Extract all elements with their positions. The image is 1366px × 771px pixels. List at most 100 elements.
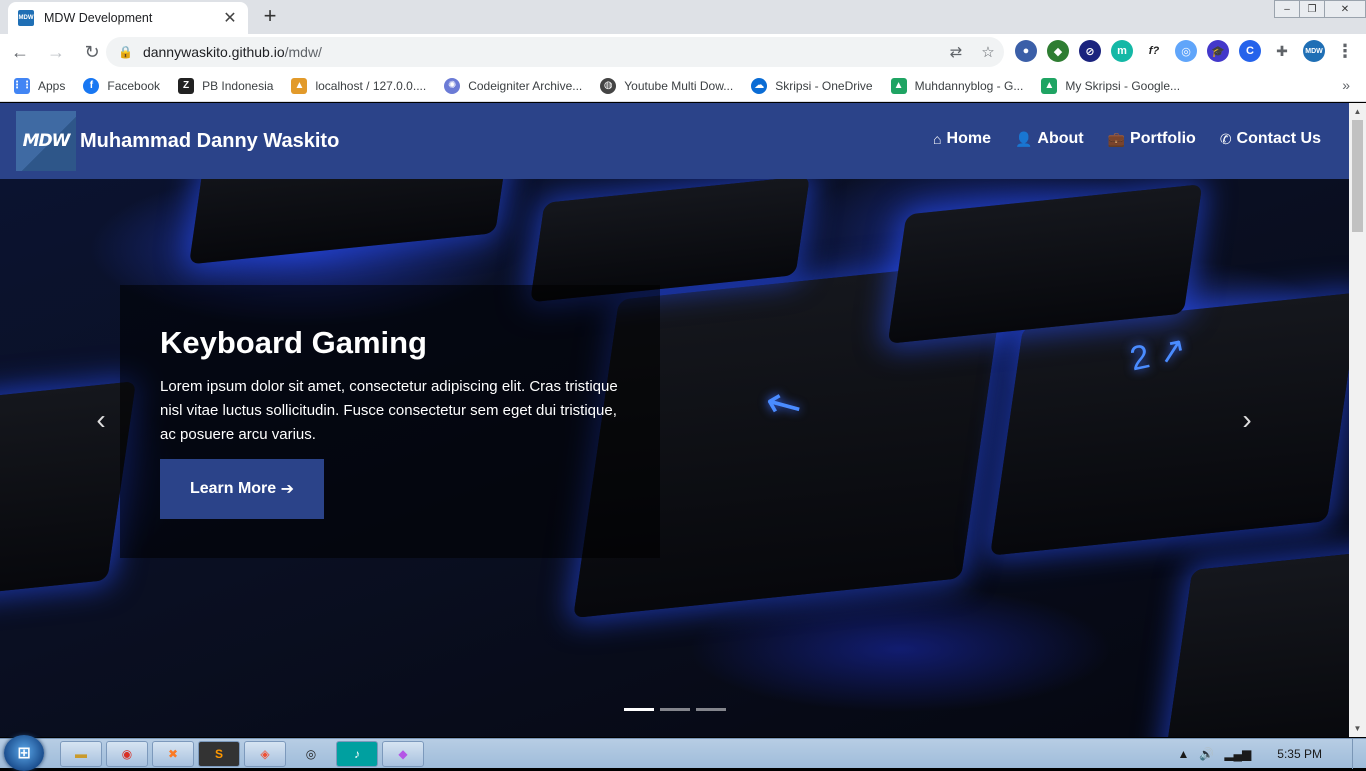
- bookmark-my-skripsi[interactable]: ▲ My Skripsi - Google...: [1041, 77, 1180, 94]
- profile-avatar-icon[interactable]: MDW: [1303, 40, 1325, 62]
- blocker-extension-icon[interactable]: ⊘: [1079, 40, 1101, 62]
- phpmyadmin-icon: ▲: [291, 77, 308, 94]
- browser-titlebar: MDW MDW Development ✕ + – ❐ ✕: [0, 0, 1366, 34]
- back-button[interactable]: ←: [4, 36, 36, 68]
- tab-favicon-icon: MDW: [18, 10, 34, 26]
- bookmark-codeigniter[interactable]: ✺ Codeigniter Archive...: [444, 77, 582, 94]
- forward-button[interactable]: →: [40, 36, 72, 68]
- site-menu: ⌂ Home 👤 About 💼 Portfolio ✆ Contact Us: [909, 130, 1321, 148]
- git-icon[interactable]: ◈: [244, 741, 286, 767]
- music-icon[interactable]: ♪: [336, 741, 378, 767]
- close-window-button[interactable]: ✕: [1324, 0, 1366, 18]
- url-text[interactable]: dannywaskito.github.io/mdw/: [143, 44, 940, 60]
- chrome-icon[interactable]: ◉: [106, 741, 148, 767]
- explorer-icon[interactable]: ▬: [60, 741, 102, 767]
- xampp-icon[interactable]: ✖: [152, 741, 194, 767]
- bookmark-apps[interactable]: ⋮⋮ Apps: [12, 77, 65, 94]
- menu-label: Portfolio: [1130, 130, 1196, 147]
- restore-button[interactable]: ❐: [1299, 0, 1325, 18]
- more-bookmarks-icon[interactable]: »: [1342, 77, 1350, 93]
- paint-icon[interactable]: ◆: [382, 741, 424, 767]
- volume-icon[interactable]: 🔊: [1199, 747, 1214, 761]
- site-brand[interactable]: Muhammad Danny Waskito: [80, 130, 339, 153]
- drive-icon: ▲: [890, 77, 907, 94]
- bookmark-pb-indonesia[interactable]: Z PB Indonesia: [178, 77, 274, 94]
- scroll-down-icon[interactable]: ▼: [1349, 720, 1366, 737]
- onedrive-icon: ☁: [751, 77, 768, 94]
- carousel-next-arrow-icon[interactable]: ›: [1232, 404, 1262, 436]
- grad-extension-icon[interactable]: 🎓: [1207, 40, 1229, 62]
- network-icon[interactable]: ▂▄▆: [1224, 747, 1251, 761]
- show-desktop-button[interactable]: [1352, 739, 1366, 769]
- reload-button[interactable]: ↻: [76, 36, 108, 68]
- obs-icon[interactable]: ◎: [290, 741, 332, 767]
- learn-more-button[interactable]: Learn More ➔: [160, 459, 324, 519]
- url-path: /mdw/: [284, 44, 322, 60]
- page-viewport: MDW Muhammad Danny Waskito ⌂ Home 👤 About …: [0, 103, 1349, 737]
- menu-item-contact[interactable]: ✆ Contact Us: [1220, 130, 1321, 148]
- extension-2-icon[interactable]: ◆: [1047, 40, 1069, 62]
- sublime-icon[interactable]: S: [198, 741, 240, 767]
- menu-item-home[interactable]: ⌂ Home: [933, 130, 991, 148]
- menu-label: Home: [946, 130, 991, 147]
- carousel-indicators: [624, 708, 732, 711]
- site-navbar: MDW Muhammad Danny Waskito ⌂ Home 👤 About …: [0, 103, 1349, 179]
- bookmark-youtube-downloader[interactable]: ◍ Youtube Multi Dow...: [600, 77, 734, 94]
- carousel-indicator[interactable]: [660, 708, 690, 711]
- briefcase-icon: 💼: [1107, 130, 1126, 147]
- hero-carousel: ↖ 2 ↗ Keyboard Gaming Lorem ipsum dolor …: [0, 179, 1349, 737]
- tray-expand-icon[interactable]: ▲: [1177, 747, 1189, 761]
- carousel-indicator[interactable]: [696, 708, 726, 711]
- apps-grid-icon: ⋮⋮: [12, 77, 32, 94]
- bookmark-facebook[interactable]: f Facebook: [83, 77, 161, 94]
- minimize-button[interactable]: –: [1274, 0, 1300, 18]
- c-extension-icon[interactable]: C: [1239, 40, 1261, 62]
- carousel-prev-arrow-icon[interactable]: ‹: [86, 404, 116, 436]
- bookmark-label: localhost / 127.0.0....: [315, 78, 427, 93]
- window-controls: – ❐ ✕: [1274, 0, 1366, 18]
- formula-extension-icon[interactable]: f?: [1143, 40, 1165, 62]
- carousel-indicator[interactable]: [624, 708, 654, 711]
- keyboard-key-image: [189, 179, 511, 265]
- menu-item-portfolio[interactable]: 💼 Portfolio: [1108, 130, 1196, 148]
- extensions-puzzle-icon[interactable]: ✚: [1271, 40, 1293, 62]
- bookmark-label: PB Indonesia: [202, 78, 274, 93]
- facebook-icon: f: [83, 77, 100, 94]
- menu-item-about[interactable]: 👤 About: [1015, 130, 1084, 148]
- extension-1-icon[interactable]: ●: [1015, 40, 1037, 62]
- clock[interactable]: 5:35 PM: [1277, 747, 1322, 761]
- windows-taskbar: ⊞ ▬ ◉ ✖ S ◈ ◎ ♪ ◆ ▲ 🔊 ▂▄▆ 5:35 PM: [0, 735, 1366, 771]
- pb-icon: Z: [178, 77, 195, 94]
- translate-icon[interactable]: ⇄: [940, 43, 972, 61]
- tab-title: MDW Development: [44, 11, 153, 25]
- new-tab-button[interactable]: +: [258, 4, 282, 28]
- start-button[interactable]: ⊞: [4, 735, 44, 771]
- page-scrollbar[interactable]: ▲ ▼: [1349, 103, 1366, 737]
- bookmark-star-icon[interactable]: ☆: [972, 43, 1004, 61]
- browser-toolbar: ← → ↻ 🔒 dannywaskito.github.io/mdw/ ⇄ ☆ …: [0, 34, 1366, 70]
- search-extension-icon[interactable]: ◎: [1175, 40, 1197, 62]
- site-logo[interactable]: MDW: [16, 111, 76, 171]
- keyboard-key-image: [1163, 549, 1349, 737]
- mendeley-extension-icon[interactable]: m: [1111, 40, 1133, 62]
- browser-menu-icon[interactable]: ⋮: [1336, 41, 1354, 62]
- bookmark-label: Youtube Multi Dow...: [624, 78, 734, 93]
- bookmarks-bar: ⋮⋮ Apps f Facebook Z PB Indonesia ▲ localhos…: [0, 70, 1366, 102]
- extensions-bar: ● ◆ ⊘ m f? ◎ 🎓 C ✚ MDW ⋮: [1010, 40, 1354, 62]
- address-bar[interactable]: 🔒 dannywaskito.github.io/mdw/ ⇄ ☆: [106, 37, 1004, 67]
- slide-caption: Keyboard Gaming Lorem ipsum dolor sit am…: [120, 285, 660, 558]
- bookmark-muhdannyblog[interactable]: ▲ Muhdannyblog - G...: [890, 77, 1023, 94]
- tab-close-icon[interactable]: ✕: [222, 8, 238, 28]
- scroll-up-icon[interactable]: ▲: [1349, 103, 1366, 120]
- arrow-right-icon: ➔: [280, 481, 295, 498]
- menu-label: Contact Us: [1236, 130, 1321, 147]
- bookmark-label: Facebook: [107, 78, 161, 93]
- slide-text: Lorem ipsum dolor sit amet, consectetur …: [160, 378, 618, 443]
- bookmark-onedrive[interactable]: ☁ Skripsi - OneDrive: [751, 77, 873, 94]
- bookmark-localhost[interactable]: ▲ localhost / 127.0.0....: [291, 77, 427, 94]
- scroll-thumb[interactable]: [1352, 120, 1363, 232]
- slide-title: Keyboard Gaming: [160, 325, 427, 360]
- browser-tab[interactable]: MDW MDW Development ✕: [8, 2, 248, 34]
- learn-more-label: Learn More: [189, 480, 277, 497]
- lock-icon[interactable]: 🔒: [118, 45, 133, 59]
